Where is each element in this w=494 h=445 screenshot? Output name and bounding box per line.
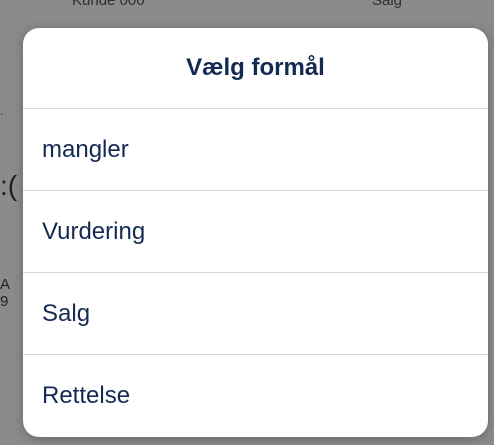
option-salg[interactable]: Salg <box>23 273 488 355</box>
dialog-title: Vælg formål <box>23 28 488 109</box>
option-rettelse[interactable]: Rettelse <box>23 355 488 437</box>
background-text-fragment: Salg <box>372 0 403 9</box>
option-vurdering[interactable]: Vurdering <box>23 191 488 273</box>
background-text-fragment: A <box>0 276 11 293</box>
background-text-fragment: :( <box>0 170 18 201</box>
background-text-fragment: 9 <box>0 293 9 310</box>
purpose-selection-dialog: Vælg formål mangler Vurdering Salg Rette… <box>23 28 488 437</box>
purpose-option-list: mangler Vurdering Salg Rettelse <box>23 109 488 437</box>
background-text-fragment: . <box>0 104 4 118</box>
background-text-fragment: Kunde 000 <box>72 0 145 9</box>
option-mangler[interactable]: mangler <box>23 109 488 191</box>
